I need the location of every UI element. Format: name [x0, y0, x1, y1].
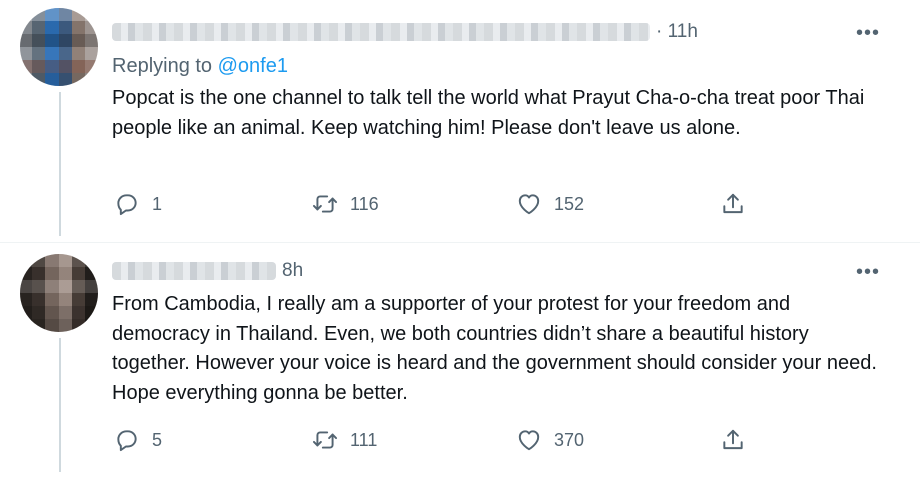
tweet-text: From Cambodia, I really am a supporter o… — [112, 293, 877, 404]
tweet-header: 8h — [112, 257, 880, 285]
tweet-header: · 11h — [112, 18, 880, 46]
tweet-1[interactable]: · 11h ••• Replying to @onfe1 Popcat is t… — [0, 0, 920, 240]
share-button[interactable] — [720, 427, 746, 453]
blurred-user-name[interactable] — [112, 23, 650, 41]
share-button[interactable] — [720, 191, 746, 217]
more-icon[interactable]: ••• — [856, 23, 880, 43]
like-count: 370 — [554, 429, 585, 450]
heart-icon — [516, 427, 542, 453]
reply-icon — [114, 427, 140, 453]
retweet-button[interactable]: 116 — [312, 191, 379, 217]
reply-count: 5 — [152, 429, 163, 450]
tweet-actions: 5 111 370 — [112, 427, 772, 457]
retweet-button[interactable]: 111 — [312, 427, 377, 453]
retweet-count: 111 — [350, 429, 378, 450]
reply-button[interactable]: 5 — [114, 427, 162, 453]
tweet-text: Popcat is the one channel to talk tell t… — [112, 87, 865, 139]
more-icon[interactable]: ••• — [856, 262, 880, 282]
retweet-icon — [312, 427, 338, 453]
reply-icon — [114, 191, 140, 217]
reply-handle-link[interactable]: @onfe1 — [218, 55, 288, 77]
replying-to: Replying to @onfe1 — [112, 55, 288, 78]
retweet-icon — [312, 191, 338, 217]
share-icon — [720, 427, 746, 453]
heart-icon — [516, 191, 542, 217]
like-button[interactable]: 370 — [516, 427, 584, 453]
tweet-actions: 1 116 152 — [112, 191, 772, 221]
retweet-count: 116 — [350, 193, 379, 214]
avatar[interactable] — [20, 254, 98, 332]
tweet-2[interactable]: 8h ••• From Cambodia, I really am a supp… — [0, 243, 920, 491]
blurred-user-name[interactable] — [112, 262, 276, 280]
share-icon — [720, 191, 746, 217]
tweet-time[interactable]: 8h — [282, 260, 303, 282]
like-count: 152 — [554, 193, 585, 214]
replying-to-label: Replying to — [112, 55, 213, 77]
reply-count: 1 — [152, 193, 163, 214]
reply-button[interactable]: 1 — [114, 191, 162, 217]
like-button[interactable]: 152 — [516, 191, 584, 217]
tweet-time[interactable]: · 11h — [656, 21, 698, 43]
avatar[interactable] — [20, 8, 98, 86]
